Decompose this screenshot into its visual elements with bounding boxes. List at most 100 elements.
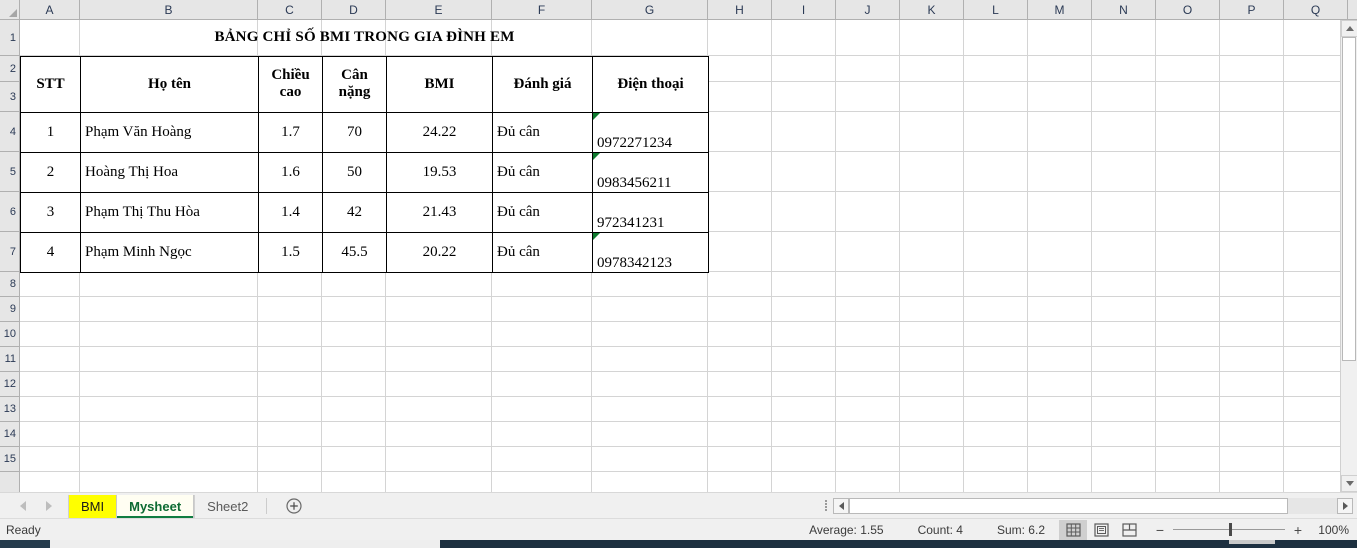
column-header-g[interactable]: G [592,0,708,19]
status-count[interactable]: Count: 4 [918,523,963,537]
column-header-d[interactable]: D [322,0,386,19]
table-cell-name[interactable]: Phạm Minh Ngọc [80,231,259,273]
row-header-8[interactable]: 8 [0,272,19,297]
table-cell-phone[interactable]: 0972271234 [592,111,709,153]
column-header-q[interactable]: Q [1284,0,1348,19]
row-header-6[interactable]: 6 [0,192,19,232]
table-header-cell[interactable]: Cân nặng [322,55,387,113]
zoom-control[interactable]: − + [1143,522,1315,538]
table-cell-rating[interactable]: Đủ cân [492,231,593,273]
zoom-slider-thumb[interactable] [1229,523,1232,536]
table-cell-weight[interactable]: 42 [322,191,387,233]
table-header-cell[interactable]: Họ tên [80,55,259,113]
zoom-out-button[interactable]: − [1155,522,1165,538]
table-cell-name[interactable]: Phạm Văn Hoàng [80,111,259,153]
table-cell-stt[interactable]: 4 [20,231,81,273]
table-cell-height[interactable]: 1.5 [258,231,323,273]
table-cell-name[interactable]: Hoàng Thị Hoa [80,151,259,193]
scroll-up-button[interactable] [1341,20,1357,37]
table-row[interactable]: 1 Phạm Văn Hoàng 1.7 70 24.22 Đủ cân 097227123… [20,111,709,153]
table-cell-rating[interactable]: Đủ cân [492,191,593,233]
row-header-14[interactable]: 14 [0,422,19,447]
row-header-5[interactable]: 5 [0,152,19,192]
table-header-cell[interactable]: Chiều cao [258,55,323,113]
table-cell-phone[interactable]: 0983456211 [592,151,709,193]
add-sheet-button[interactable] [281,493,307,519]
tab-navigation[interactable] [0,500,68,512]
table-cell-stt[interactable]: 1 [20,111,81,153]
horizontal-scroll-track[interactable] [849,497,1337,514]
row-header-7[interactable]: 7 [0,232,19,272]
row-header-9[interactable]: 9 [0,297,19,322]
column-header-h[interactable]: H [708,0,772,19]
zoom-slider[interactable] [1173,523,1285,536]
scroll-down-button[interactable] [1341,475,1357,492]
table-header-cell[interactable]: Đánh giá [492,55,593,113]
next-sheet-button[interactable] [44,500,54,512]
sheet-tabs[interactable]: BMI Mysheet Sheet2 [68,493,260,519]
bmi-table[interactable]: BẢNG CHỈ SỐ BMI TRONG GIA ĐÌNH EM STT Họ t… [20,20,709,273]
normal-view-button[interactable] [1059,519,1087,540]
table-cell-weight[interactable]: 45.5 [322,231,387,273]
horizontal-scroll-thumb[interactable] [849,497,1289,514]
table-cell-stt[interactable]: 3 [20,191,81,233]
table-header-cell[interactable]: BMI [386,55,493,113]
table-cell-weight[interactable]: 70 [322,111,387,153]
table-row[interactable]: 2 Hoàng Thị Hoa 1.6 50 19.53 Đủ cân 0983456211 [20,151,709,193]
row-header-11[interactable]: 11 [0,347,19,372]
row-header-13[interactable]: 13 [0,397,19,422]
status-sum[interactable]: Sum: 6.2 [997,523,1045,537]
vertical-scroll-track[interactable] [1341,37,1357,475]
table-row[interactable]: 4 Phạm Minh Ngọc 1.5 45.5 20.22 Đủ cân 0978342… [20,231,709,273]
column-header-j[interactable]: J [836,0,900,19]
table-cell-phone[interactable]: 972341231 [592,191,709,233]
row-header-10[interactable]: 10 [0,322,19,347]
table-row[interactable]: 3 Phạm Thị Thu Hòa 1.4 42 21.43 Đủ cân 9723412… [20,191,709,233]
table-cell-stt[interactable]: 2 [20,151,81,193]
table-cell-rating[interactable]: Đủ cân [492,151,593,193]
column-header-c[interactable]: C [258,0,322,19]
table-cell-bmi[interactable]: 20.22 [386,231,493,273]
scroll-left-button[interactable] [833,497,849,514]
vertical-scrollbar[interactable] [1340,20,1357,492]
table-header-cell[interactable]: STT [20,55,81,113]
table-cell-height[interactable]: 1.6 [258,151,323,193]
table-cell-rating[interactable]: Đủ cân [492,111,593,153]
sheet-tab-sheet2[interactable]: Sheet2 [194,494,260,519]
vertical-scroll-thumb[interactable] [1342,37,1356,362]
table-cell-weight[interactable]: 50 [322,151,387,193]
column-header-f[interactable]: F [492,0,592,19]
row-header-12[interactable]: 12 [0,372,19,397]
column-header-m[interactable]: M [1028,0,1092,19]
scroll-right-button[interactable] [1337,497,1353,514]
column-header-b[interactable]: B [80,0,258,19]
row-header-1[interactable]: 1 [0,20,19,56]
row-header-4[interactable]: 4 [0,112,19,152]
row-header-2[interactable]: 2 [0,56,19,82]
page-break-view-button[interactable] [1115,520,1143,540]
prev-sheet-button[interactable] [18,500,28,512]
column-header-p[interactable]: P [1220,0,1284,19]
scroll-split-handle[interactable] [819,493,833,519]
zoom-level-label[interactable]: 100% [1315,523,1357,537]
zoom-in-button[interactable]: + [1293,522,1303,538]
column-header-n[interactable]: N [1092,0,1156,19]
column-header-o[interactable]: O [1156,0,1220,19]
sheet-tab-bmi[interactable]: BMI [68,494,117,519]
page-layout-view-button[interactable] [1087,520,1115,540]
table-cell-height[interactable]: 1.4 [258,191,323,233]
column-header-k[interactable]: K [900,0,964,19]
column-header-l[interactable]: L [964,0,1028,19]
table-header-cell[interactable]: Điện thoại [592,55,709,113]
table-cell-name[interactable]: Phạm Thị Thu Hòa [80,191,259,233]
sheet-tab-mysheet[interactable]: Mysheet [116,494,195,519]
table-cell-bmi[interactable]: 24.22 [386,111,493,153]
row-header-15[interactable]: 15 [0,447,19,472]
column-header-e[interactable]: E [386,0,492,19]
table-cell-bmi[interactable]: 21.43 [386,191,493,233]
sheet-title[interactable]: BẢNG CHỈ SỐ BMI TRONG GIA ĐÌNH EM [21,20,709,56]
row-header-3[interactable]: 3 [0,82,19,112]
column-header-i[interactable]: I [772,0,836,19]
select-all-corner[interactable] [0,0,20,20]
horizontal-scrollbar[interactable] [833,497,1353,514]
